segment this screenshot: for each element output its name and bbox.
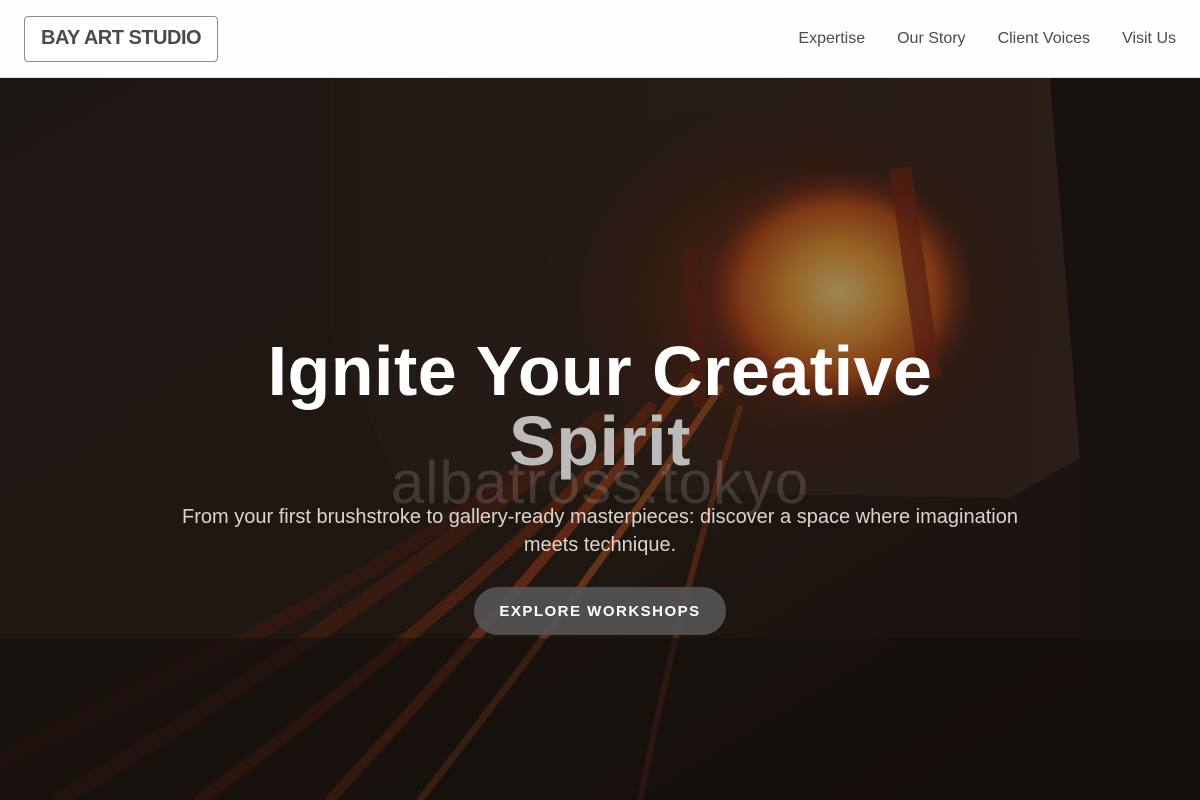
nav-link-client-voices[interactable]: Client Voices bbox=[998, 30, 1091, 48]
main-nav: Expertise Our Story Client Voices Visit … bbox=[798, 30, 1176, 48]
hero-title: Ignite Your Creative Spirit bbox=[150, 336, 1050, 476]
hero-section: albatross.tokyo Ignite Your Creative Spi… bbox=[0, 78, 1200, 800]
hero-content: albatross.tokyo Ignite Your Creative Spi… bbox=[0, 78, 1200, 800]
hero-title-line-1: Ignite Your Creative bbox=[267, 332, 933, 410]
explore-workshops-button[interactable]: EXPLORE WORKSHOPS bbox=[474, 587, 726, 635]
nav-link-expertise[interactable]: Expertise bbox=[798, 30, 865, 48]
nav-link-our-story[interactable]: Our Story bbox=[897, 30, 965, 48]
nav-link-visit-us[interactable]: Visit Us bbox=[1122, 30, 1176, 48]
site-header: BAY ART STUDIO Expertise Our Story Clien… bbox=[0, 0, 1200, 78]
hero-subtitle: From your first brushstroke to gallery-r… bbox=[182, 506, 1018, 556]
logo[interactable]: BAY ART STUDIO bbox=[24, 15, 219, 62]
hero-title-accent: Spirit bbox=[509, 402, 691, 480]
